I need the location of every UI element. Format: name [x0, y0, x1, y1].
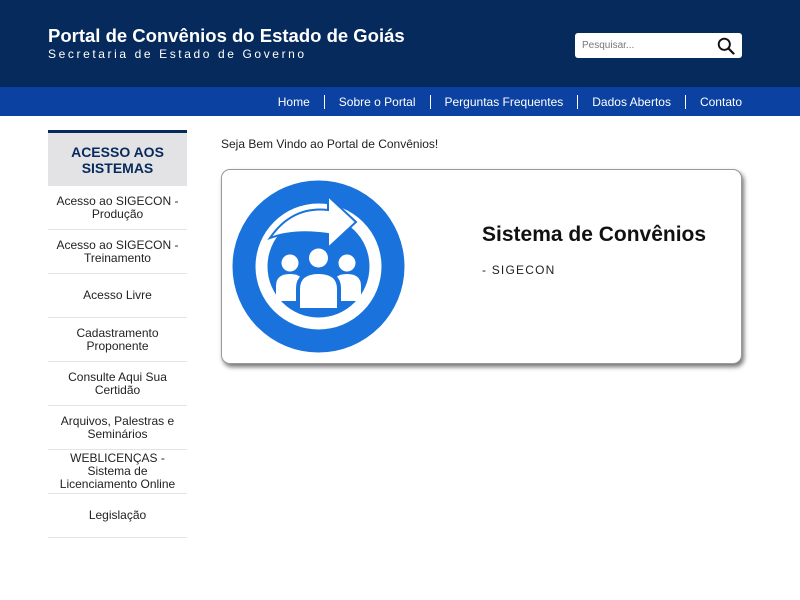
sidebar-item-legislacao[interactable]: Legislação	[48, 494, 187, 538]
sidebar-item-sigecon-producao[interactable]: Acesso ao SIGECON - Produção	[48, 186, 187, 230]
system-card-sigecon[interactable]: Sistema de Convênios - SIGECON	[221, 169, 742, 364]
search-input[interactable]	[582, 36, 710, 55]
search-button[interactable]	[715, 35, 737, 56]
site-title[interactable]: Portal de Convênios do Estado de Goiás	[48, 25, 405, 47]
sidebar-item-weblicencas[interactable]: WEBLICENÇAS - Sistema de Licenciamento O…	[48, 450, 187, 494]
main-navigation: Home Sobre o Portal Perguntas Frequentes…	[0, 87, 800, 116]
sidebar-item-acesso-livre[interactable]: Acesso Livre	[48, 274, 187, 318]
search-box	[575, 33, 742, 58]
nav-item-perguntas-frequentes[interactable]: Perguntas Frequentes	[429, 94, 578, 109]
people-refresh-icon	[232, 180, 405, 353]
sidebar-item-cadastramento-proponente[interactable]: Cadastramento Proponente	[48, 318, 187, 362]
sidebar-header: ACESSO AOS SISTEMAS	[48, 130, 187, 186]
site-subtitle: Secretaria de Estado de Governo	[48, 47, 307, 61]
card-title: Sistema de Convênios	[482, 223, 707, 246]
sidebar: ACESSO AOS SISTEMAS Acesso ao SIGECON - …	[48, 130, 187, 538]
sidebar-item-sigecon-treinamento[interactable]: Acesso ao SIGECON - Treinamento	[48, 230, 187, 274]
nav-item-contato[interactable]: Contato	[684, 94, 742, 109]
search-icon	[717, 37, 735, 55]
card-subtitle: - SIGECON	[482, 263, 556, 277]
welcome-text: Seja Bem Vindo ao Portal de Convênios!	[221, 137, 439, 151]
sidebar-item-consulte-certidao[interactable]: Consulte Aqui Sua Certidão	[48, 362, 187, 406]
nav-item-sobre-o-portal[interactable]: Sobre o Portal	[323, 94, 430, 109]
nav-menu: Home Sobre o Portal Perguntas Frequentes…	[264, 87, 742, 116]
nav-item-dados-abertos[interactable]: Dados Abertos	[577, 94, 685, 109]
sidebar-item-arquivos-palestras[interactable]: Arquivos, Palestras e Seminários	[48, 406, 187, 450]
site-header: Portal de Convênios do Estado de Goiás S…	[0, 0, 800, 87]
nav-item-home[interactable]: Home	[264, 95, 324, 109]
